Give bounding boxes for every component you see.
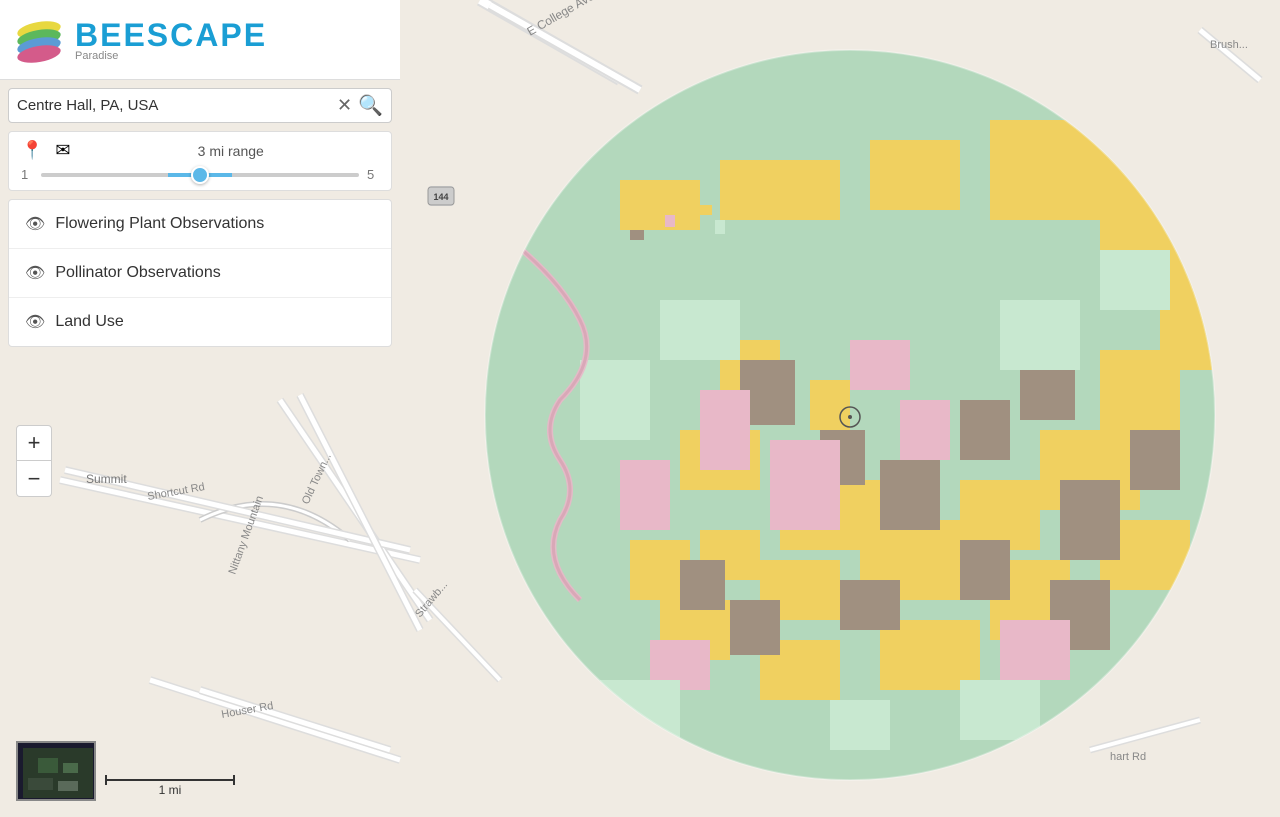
sidebar: BEESCAPE Paradise ✕ 🔍 📍 ✉ 3 mi range 1 5… [0, 0, 400, 355]
range-max: 5 [367, 167, 379, 182]
eye-icon-land-use: 👁 [25, 312, 45, 332]
range-icons: 📍 ✉ [21, 140, 71, 161]
layer-item-flowering-plant[interactable]: 👁 Flowering Plant Observations [9, 200, 391, 249]
clear-icon[interactable]: ✕ [335, 93, 354, 118]
svg-text:hart Rd: hart Rd [1110, 751, 1146, 763]
layer-list: 👁 Flowering Plant Observations 👁 Pollina… [8, 199, 392, 347]
zoom-in-button[interactable]: + [16, 425, 52, 461]
range-control: 📍 ✉ 3 mi range 1 5 [8, 131, 392, 191]
layer-item-land-use[interactable]: 👁 Land Use [9, 298, 391, 346]
location-pin-icon: 📍 [21, 140, 43, 161]
logo-bar: BEESCAPE Paradise [0, 0, 400, 80]
eye-icon-pollinator: 👁 [25, 263, 45, 283]
range-min: 1 [21, 167, 33, 182]
zoom-out-button[interactable]: − [16, 461, 52, 497]
svg-text:144: 144 [433, 192, 448, 202]
minimap[interactable] [16, 741, 96, 801]
layer-item-pollinator[interactable]: 👁 Pollinator Observations [9, 249, 391, 298]
app-name: BEESCAPE [75, 17, 267, 54]
envelope-icon: ✉ [55, 140, 70, 161]
zoom-controls: + − [16, 425, 52, 497]
layer-label-land-use: Land Use [55, 313, 124, 331]
svg-text:Summit: Summit [86, 472, 127, 486]
search-input[interactable] [17, 97, 331, 114]
eye-icon-flowering: 👁 [25, 214, 45, 234]
logo-text-group: BEESCAPE Paradise [75, 17, 267, 62]
layer-label-pollinator: Pollinator Observations [55, 264, 220, 282]
scale-bar: 1 mi [105, 779, 235, 797]
layer-label-flowering: Flowering Plant Observations [55, 215, 264, 233]
search-bar: ✕ 🔍 [8, 88, 392, 123]
scale-label: 1 mi [159, 783, 182, 797]
range-slider[interactable] [41, 173, 359, 177]
svg-text:Brush...: Brush... [1210, 39, 1248, 51]
search-icon[interactable]: 🔍 [358, 93, 383, 118]
logo-icon [12, 12, 67, 67]
range-label: 3 mi range [83, 143, 379, 159]
